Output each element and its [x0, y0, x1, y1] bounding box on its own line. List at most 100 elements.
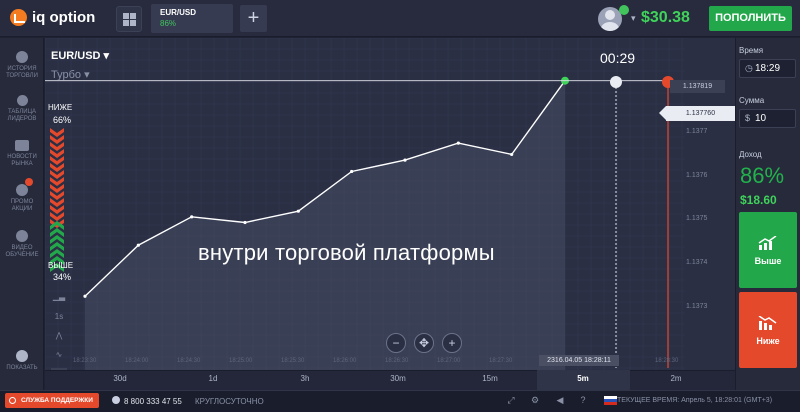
sentiment-down-mark	[50, 128, 64, 137]
price-axis-label: 1.1373	[686, 303, 708, 310]
expiry-timer: 00:29	[600, 50, 636, 66]
indicators-icon[interactable]: ⋀	[51, 329, 67, 343]
put-lower-label: Ниже	[756, 336, 780, 346]
zoom-in-button[interactable]: +	[442, 333, 462, 353]
deposit-button[interactable]: ПОПОЛНИТЬ	[709, 6, 792, 31]
period-30d[interactable]: 30d	[100, 374, 140, 383]
amount-field[interactable]: $ 10	[739, 109, 796, 128]
expiry-time-label: Время	[739, 46, 764, 55]
chart-mode-selector[interactable]: Турбо ▾	[51, 68, 90, 81]
period-2m[interactable]: 2m	[656, 374, 696, 383]
zoom-reset-button[interactable]: ✥	[414, 333, 434, 353]
verified-check-icon	[619, 5, 629, 15]
time-axis-label: 18:23:30	[73, 358, 97, 364]
price-point	[350, 169, 354, 174]
trend-down-icon	[758, 316, 777, 330]
phone-icon	[112, 396, 120, 404]
support-phone[interactable]: 8 800 333 47 55	[124, 397, 182, 406]
expiry-time-field[interactable]: ◷ 18:29	[739, 59, 796, 78]
left-sidebar	[0, 38, 44, 390]
price-point	[296, 209, 300, 213]
chevron-down-icon[interactable]: ▾	[631, 13, 636, 24]
support-icon	[9, 397, 16, 404]
call-higher-label: Выше	[754, 256, 782, 266]
expiry-price-tag: 1.137819	[670, 80, 725, 93]
help-icon[interactable]: ?	[578, 395, 588, 405]
price-point	[136, 243, 140, 247]
tab-asset-name: EUR/USD	[160, 8, 197, 17]
time-axis-label: 18:24:30	[177, 358, 201, 364]
language-flag-icon[interactable]	[604, 396, 617, 405]
add-tab-button[interactable]: +	[240, 5, 267, 32]
price-axis-label: 1.1374	[686, 259, 708, 266]
call-higher-button[interactable]: Выше	[739, 212, 797, 288]
tab-asset-percent: 86%	[160, 19, 177, 28]
leaderboard-icon	[16, 95, 28, 106]
sidebar-item-history[interactable]: ИСТОРИЯ ТОРГОВЛИ	[0, 51, 44, 80]
sidebar-item-promo[interactable]: ПРОМО АКЦИИ	[0, 184, 44, 213]
zoom-out-button[interactable]: −	[386, 333, 406, 353]
sidebar-show-button[interactable]: ПОКАЗАТЬ	[0, 350, 44, 372]
support-button[interactable]: СЛУЖБА ПОДДЕРЖКИ	[5, 393, 99, 408]
period-1d[interactable]: 1d	[193, 374, 233, 383]
price-point	[243, 220, 247, 225]
grid-menu-button[interactable]	[116, 6, 142, 32]
time-axis-label: 18:25:00	[229, 358, 253, 364]
price-point	[510, 152, 514, 157]
profit-label: Доход	[739, 150, 762, 159]
settings-icon[interactable]: ⚙	[530, 395, 540, 405]
clock-icon: ◷	[745, 63, 753, 73]
sidebar-item-label: ИСТОРИЯ ТОРГОВЛИ	[6, 66, 38, 79]
asset-tab-eurusd[interactable]: EUR/USD 86%	[151, 4, 233, 33]
price-area	[85, 80, 565, 370]
time-axis-label: 18:27:00	[437, 358, 461, 364]
chart-type-icon[interactable]: ▁▃	[51, 290, 67, 304]
price-axis-label: 1.1376	[686, 172, 708, 179]
time-axis-label: 18:26:30	[385, 358, 409, 364]
sidebar-item-label: ВИДЕО ОБУЧЕНИЕ	[5, 245, 39, 258]
time-axis-label: 18:25:30	[281, 358, 305, 364]
price-axis-label: 1.1375	[686, 215, 708, 222]
trend-up-icon	[758, 236, 777, 250]
time-axis-label: 18:26:00	[333, 358, 357, 364]
stopwatch-icon	[610, 76, 622, 88]
timeframe-icon[interactable]: 1s	[51, 310, 67, 324]
support-hours: КРУГЛОСУТОЧНО	[195, 397, 264, 406]
sound-icon[interactable]: ◀	[555, 395, 565, 405]
sidebar-item-label: ТАБЛИЦА ЛИДЕРОВ	[7, 109, 37, 122]
video-icon	[16, 230, 28, 242]
period-5m[interactable]: 5m	[563, 374, 603, 383]
fullscreen-icon[interactable]: ⤢	[506, 395, 516, 405]
period-15m[interactable]: 15m	[470, 374, 510, 383]
price-axis-label: 1.1377	[686, 128, 708, 135]
sidebar-item-label: ПРОМО АКЦИИ	[10, 199, 34, 212]
arrow-right-icon	[16, 350, 28, 362]
current-price-tag: 1.137760	[659, 106, 735, 121]
time-tooltip: 2316.04.05 18:28:11	[539, 355, 619, 366]
price-point	[83, 294, 87, 298]
logo-icon	[10, 9, 27, 26]
account-balance[interactable]: $30.38	[641, 9, 690, 27]
chart-asset-selector[interactable]: EUR/USD ▾	[51, 49, 109, 62]
expiry-time-value: 18:29	[755, 63, 781, 74]
logo[interactable]: iq option	[10, 9, 95, 26]
sidebar-item-video[interactable]: ВИДЕО ОБУЧЕНИЕ	[0, 230, 44, 259]
sidebar-item-news[interactable]: НОВОСТИ РЫНКА	[0, 140, 44, 168]
time-axis-label: 18:28:30	[655, 358, 679, 364]
sidebar-show-label: ПОКАЗАТЬ	[6, 365, 38, 371]
history-icon	[16, 51, 28, 63]
price-point	[190, 215, 194, 219]
lower-sentiment-label: НИЖЕ	[48, 103, 73, 112]
price-point	[456, 141, 460, 145]
logo-text: iq option	[32, 9, 96, 26]
put-lower-button[interactable]: Ниже	[739, 292, 797, 368]
current-time: ТЕКУЩЕЕ ВРЕМЯ: Апрель 5, 18:28:01 (GMT+3…	[617, 397, 773, 404]
amount-label: Сумма	[739, 96, 765, 105]
period-30m[interactable]: 30m	[378, 374, 418, 383]
time-axis-label: 18:27:30	[489, 358, 513, 364]
profit-percent: 86%	[740, 163, 785, 188]
period-3h[interactable]: 3h	[285, 374, 325, 383]
drawing-icon[interactable]: ∿	[51, 348, 67, 362]
sidebar-item-leaderboard[interactable]: ТАБЛИЦА ЛИДЕРОВ	[0, 95, 44, 123]
amount-value: 10	[755, 113, 767, 124]
